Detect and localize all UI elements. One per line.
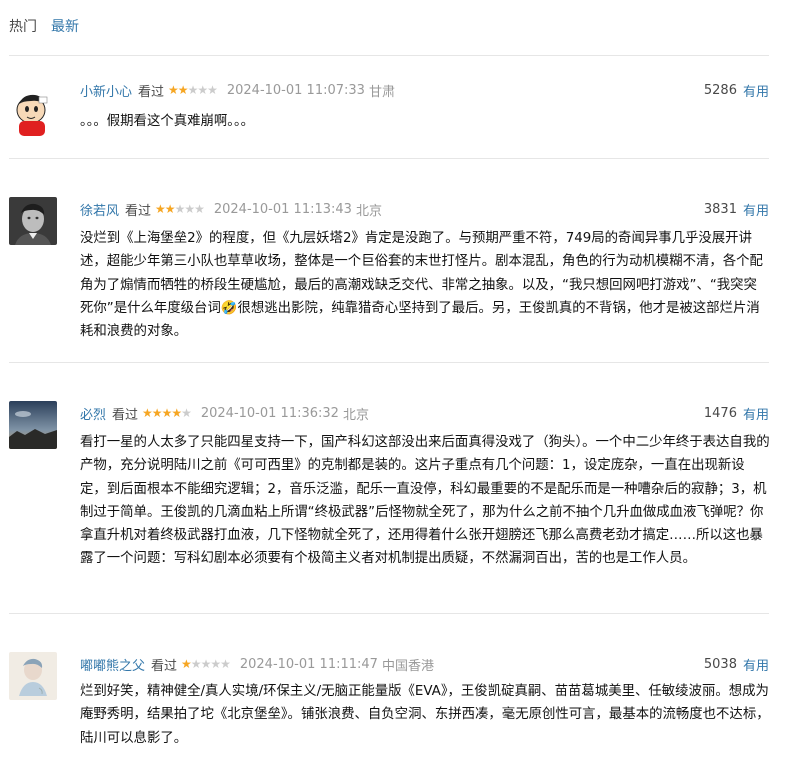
review-location: 中国香港 <box>381 658 434 674</box>
review-location: 甘肃 <box>368 84 395 100</box>
star-icon: ★ <box>210 657 221 671</box>
star-icon: ★ <box>142 406 153 420</box>
star-icon: ★ <box>184 202 195 216</box>
review-meta: 小新小心 看过 ★ ★ ★ ★ ★ 2024-10-01 11:07:33 甘肃 <box>80 80 395 100</box>
review-content: 烂到好笑，精神健全/真人实境/环保主义/无脑正能量版《EVA》，王俊凯碇真嗣、苗… <box>80 684 770 746</box>
author-link[interactable]: 徐若风 <box>80 200 119 219</box>
review-content: 没烂到《上海堡垒2》的程度，但《九层妖塔2》肯定是没跑了。与预期严重不符，749… <box>80 231 763 340</box>
vote-area: 3831 有用 <box>704 199 769 219</box>
review-time: 2024-10-01 11:13:43 <box>213 201 352 217</box>
star-icon: ★ <box>181 657 192 671</box>
author-link[interactable]: 小新小心 <box>80 81 132 100</box>
useful-button[interactable]: 有用 <box>743 404 769 423</box>
rating-stars: ★ ★ ★ ★ ★ <box>168 83 218 97</box>
vote-area: 1476 有用 <box>704 403 769 423</box>
star-icon: ★ <box>161 406 173 420</box>
watch-status: 看过 <box>138 84 165 100</box>
useful-button[interactable]: 有用 <box>743 655 769 674</box>
avatar[interactable] <box>9 652 57 700</box>
star-icon: ★ <box>200 657 212 671</box>
rating-stars: ★ ★ ★ ★ ★ <box>181 657 231 671</box>
useful-button[interactable]: 有用 <box>743 200 769 219</box>
vote-count: 5286 <box>703 82 737 98</box>
star-icon: ★ <box>181 406 192 420</box>
star-icon: ★ <box>151 406 163 420</box>
rating-stars: ★ ★ ★ ★ ★ <box>142 406 192 420</box>
vote-area: 5038 有用 <box>704 654 769 674</box>
review-content: 。。。假期看这个真难崩啊。。。 <box>80 114 255 129</box>
avatar[interactable] <box>9 88 57 136</box>
watch-status: 看过 <box>151 658 178 674</box>
star-icon: ★ <box>194 202 205 216</box>
review-time: 2024-10-01 11:36:32 <box>200 405 339 421</box>
star-icon: ★ <box>207 83 218 97</box>
vote-count: 1476 <box>703 405 737 421</box>
review-meta: 徐若风 看过 ★ ★ ★ ★ ★ 2024-10-01 11:13:43 北京 <box>80 199 382 219</box>
tab-hot[interactable]: 热门 <box>9 16 37 36</box>
review-item: 必烈 看过 ★ ★ ★ ★ ★ 2024-10-01 11:36:32 北京 1476 … <box>9 362 770 613</box>
review-location: 北京 <box>342 407 369 423</box>
review-location: 北京 <box>355 203 382 219</box>
review-meta: 嘟嘟熊之父 看过 ★ ★ ★ ★ ★ 2024-10-01 11:11:47 中国香港 <box>80 654 434 674</box>
star-icon: ★ <box>155 202 166 216</box>
vote-count: 3831 <box>703 201 737 217</box>
vote-area: 5286 有用 <box>704 80 769 100</box>
star-icon: ★ <box>187 83 199 97</box>
vote-count: 5038 <box>703 656 737 672</box>
tab-latest[interactable]: 最新 <box>51 16 79 36</box>
review-item: 嘟嘟熊之父 看过 ★ ★ ★ ★ ★ 2024-10-01 11:11:47 中国香港 … <box>9 613 770 771</box>
star-icon: ★ <box>197 83 208 97</box>
review-content: 看打一星的人太多了只能四星支持一下，国产科幻这部没出来后面真得没戏了（狗头）。一… <box>80 435 770 567</box>
star-icon: ★ <box>174 202 186 216</box>
review-time: 2024-10-01 11:11:47 <box>239 656 378 672</box>
review-item: 徐若风 看过 ★ ★ ★ ★ ★ 2024-10-01 11:13:43 北京 3831… <box>9 158 769 362</box>
star-icon: ★ <box>168 83 179 97</box>
star-icon: ★ <box>177 83 189 97</box>
review-item: 小新小心 看过 ★ ★ ★ ★ ★ 2024-10-01 11:07:33 甘肃 528… <box>9 55 769 158</box>
useful-button[interactable]: 有用 <box>743 81 769 100</box>
sort-tabs: 热门 最新 <box>9 16 79 36</box>
watch-status: 看过 <box>112 407 139 423</box>
watch-status: 看过 <box>125 203 152 219</box>
star-icon: ★ <box>190 657 202 671</box>
rating-stars: ★ ★ ★ ★ ★ <box>155 202 205 216</box>
star-icon: ★ <box>171 406 182 420</box>
star-icon: ★ <box>220 657 231 671</box>
review-time: 2024-10-01 11:07:33 <box>226 82 365 98</box>
star-icon: ★ <box>164 202 176 216</box>
review-meta: 必烈 看过 ★ ★ ★ ★ ★ 2024-10-01 11:36:32 北京 <box>80 403 369 423</box>
author-link[interactable]: 嘟嘟熊之父 <box>80 655 145 674</box>
avatar[interactable] <box>9 401 57 449</box>
avatar[interactable] <box>9 197 57 245</box>
author-link[interactable]: 必烈 <box>80 404 106 423</box>
